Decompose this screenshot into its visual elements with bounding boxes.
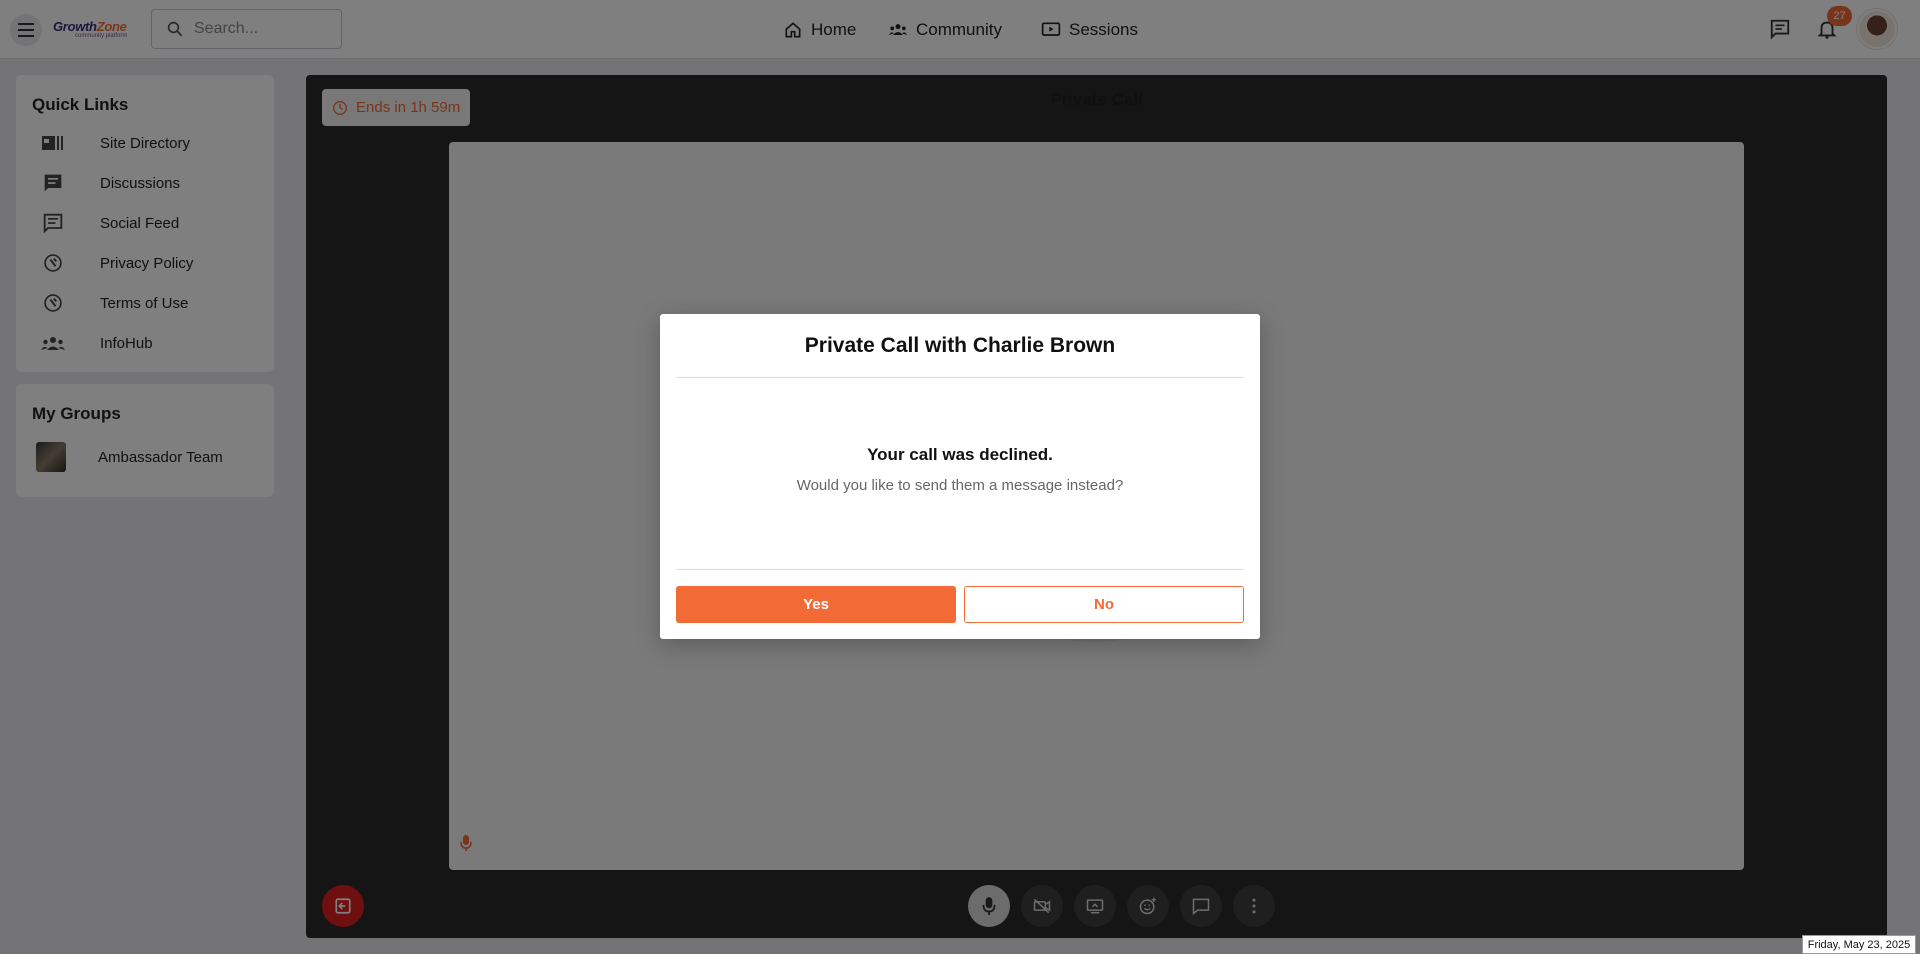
- date-tooltip: Friday, May 23, 2025: [1802, 935, 1916, 954]
- yes-button[interactable]: Yes: [676, 586, 956, 623]
- no-button[interactable]: No: [964, 586, 1244, 623]
- dialog-message: Would you like to send them a message in…: [796, 477, 1124, 494]
- dialog-divider-bottom: [676, 569, 1244, 570]
- dialog-heading: Your call was declined.: [867, 445, 1053, 464]
- call-declined-dialog: Private Call with Charlie Brown Your cal…: [660, 314, 1260, 639]
- dialog-title: Private Call with Charlie Brown: [804, 334, 1116, 357]
- dialog-divider-top: [676, 377, 1244, 378]
